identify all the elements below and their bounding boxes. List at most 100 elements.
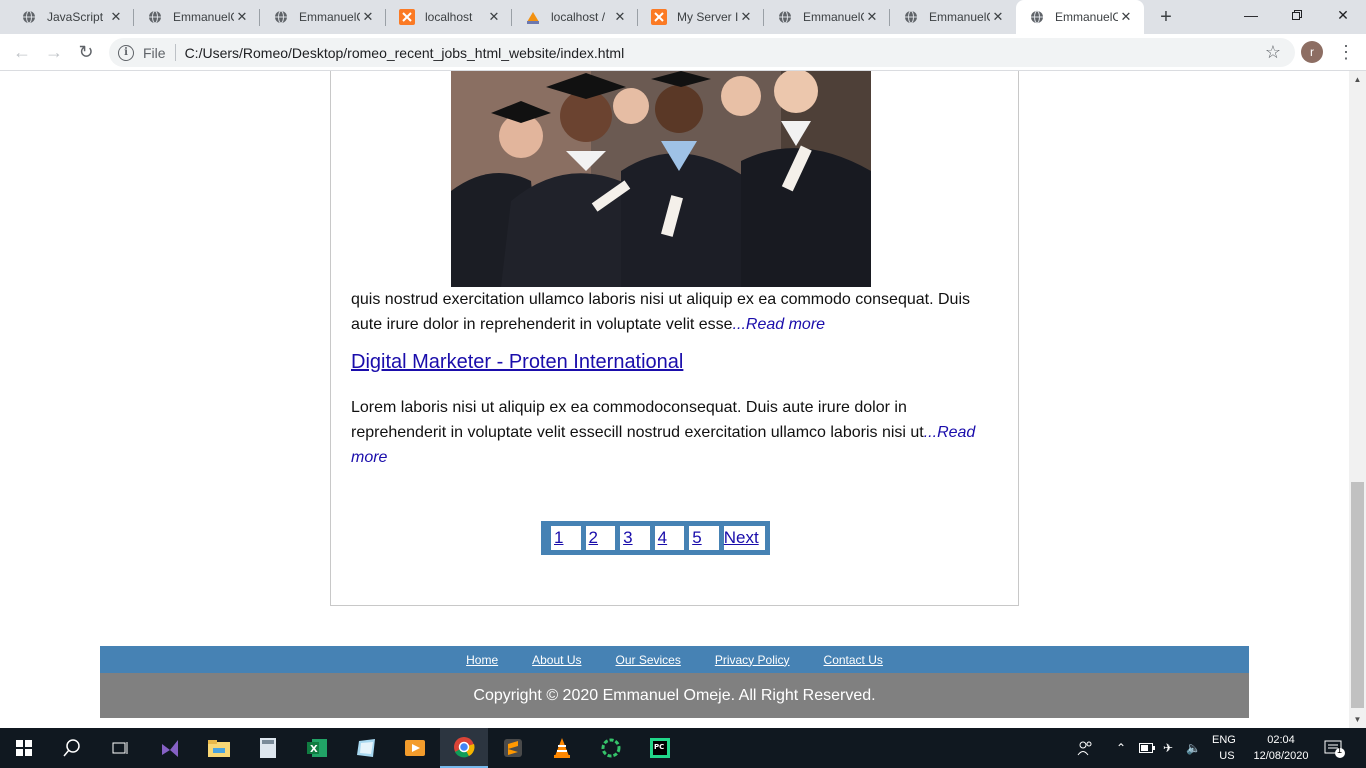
task-view-icon[interactable] — [96, 728, 144, 768]
pagination: 1 2 3 4 5 Next — [541, 521, 770, 555]
search-icon[interactable] — [48, 728, 96, 768]
notification-center-icon[interactable]: 1 — [1324, 728, 1346, 768]
info-icon[interactable]: i — [118, 44, 134, 61]
next-page-link[interactable]: Next — [723, 526, 766, 550]
xampp-icon — [399, 9, 415, 25]
clock-date: 12/08/2020 — [1253, 750, 1309, 762]
close-tab-icon[interactable]: ✕ — [612, 9, 628, 25]
read-more-link-1[interactable]: ...Read more — [733, 316, 825, 333]
chrome-icon[interactable] — [440, 728, 488, 768]
browser-tab[interactable]: localhost ✕ — [386, 0, 512, 34]
browser-tab[interactable]: My Server I ✕ — [638, 0, 764, 34]
scrollbar-thumb[interactable] — [1351, 482, 1364, 708]
vlc-icon[interactable] — [538, 728, 586, 768]
tab-title: JavaScript — [47, 10, 104, 24]
region-code: US — [1219, 750, 1235, 762]
people-icon[interactable] — [1077, 728, 1093, 768]
footer-link-about[interactable]: About Us — [532, 653, 581, 667]
pycharm-icon[interactable]: PC — [636, 728, 684, 768]
globe-icon — [273, 9, 289, 25]
footer-link-privacy[interactable]: Privacy Policy — [715, 653, 790, 667]
page-link-1[interactable]: 1 — [551, 526, 581, 550]
svg-text:PC: PC — [654, 743, 664, 751]
tab-strip: JavaScript ✕ EmmanuelC ✕ EmmanuelC ✕ localhost… — [0, 0, 1366, 34]
globe-icon — [21, 9, 37, 25]
close-tab-icon[interactable]: ✕ — [108, 9, 124, 25]
media-player-icon[interactable] — [391, 728, 439, 768]
browser-tab[interactable]: EmmanuelC ✕ — [890, 0, 1016, 34]
minimize-button[interactable]: — — [1228, 0, 1274, 30]
page-scrollbar[interactable]: ▲ ▼ — [1349, 71, 1366, 728]
close-tab-icon[interactable]: ✕ — [1118, 9, 1134, 25]
tab-title: EmmanuelC — [299, 10, 360, 24]
scroll-down-icon[interactable]: ▼ — [1349, 711, 1366, 728]
back-button[interactable]: ← — [9, 39, 35, 65]
close-tab-icon[interactable]: ✕ — [738, 9, 754, 25]
address-bar[interactable]: i File C:/Users/Romeo/Desktop/romeo_rece… — [109, 38, 1295, 67]
job-description-2: Lorem laboris nisi ut aliquip ex ea comm… — [351, 395, 991, 470]
close-tab-icon[interactable]: ✕ — [486, 9, 502, 25]
browser-tab[interactable]: localhost / ✕ — [512, 0, 638, 34]
globe-icon — [147, 9, 163, 25]
airplane-mode-icon[interactable]: ✈ — [1163, 728, 1173, 768]
omnibox-divider — [174, 44, 176, 61]
clock-time: 02:04 — [1267, 734, 1295, 746]
close-tab-icon[interactable]: ✕ — [234, 9, 250, 25]
profile-avatar[interactable]: r — [1301, 41, 1323, 63]
close-window-button[interactable]: ✕ — [1320, 0, 1366, 30]
tab-title: EmmanuelC — [929, 10, 990, 24]
phpmyadmin-icon — [525, 9, 541, 25]
new-tab-button[interactable]: + — [1154, 5, 1178, 29]
restore-button[interactable] — [1274, 0, 1320, 30]
sublime-text-icon[interactable] — [489, 728, 537, 768]
bookmark-star-icon[interactable]: ☆ — [1265, 42, 1281, 63]
job-description-1-text: quis nostrud exercitation ullamco labori… — [351, 291, 970, 333]
page-viewport: quis nostrud exercitation ullamco labori… — [0, 71, 1349, 728]
page-link-2[interactable]: 2 — [585, 526, 616, 550]
globe-icon — [903, 9, 919, 25]
job-description-2-text: Lorem laboris nisi ut aliquip ex ea comm… — [351, 399, 924, 441]
windows-taskbar: X PC ⌃ ✈ 🔈 ENG US 02:04 12/08/2020 1 — [0, 728, 1366, 768]
footer-link-services[interactable]: Our Sevices — [615, 653, 680, 667]
notes-icon[interactable] — [342, 728, 390, 768]
url-text[interactable]: C:/Users/Romeo/Desktop/romeo_recent_jobs… — [185, 45, 625, 61]
tab-title: My Server I — [677, 10, 738, 24]
browser-tab[interactable]: EmmanuelC ✕ — [260, 0, 386, 34]
job-title-link[interactable]: Digital Marketer - Proten International — [351, 351, 683, 374]
browser-tab[interactable]: EmmanuelC ✕ — [764, 0, 890, 34]
browser-tab[interactable]: EmmanuelC ✕ — [1016, 0, 1144, 34]
scheme-label: File — [143, 44, 166, 61]
svg-text:X: X — [310, 744, 318, 755]
browser-toolbar: ← → ↻ i File C:/Users/Romeo/Desktop/rome… — [0, 34, 1366, 71]
tab-title: EmmanuelC — [173, 10, 234, 24]
language-code: ENG — [1212, 734, 1236, 746]
visual-studio-icon[interactable] — [146, 728, 194, 768]
forward-button[interactable]: → — [41, 39, 67, 65]
tab-title: EmmanuelC — [1055, 10, 1118, 24]
battery-icon[interactable] — [1139, 728, 1155, 768]
footer-link-contact[interactable]: Contact Us — [824, 653, 883, 667]
file-explorer-icon[interactable] — [195, 728, 243, 768]
windows-start-icon[interactable] — [0, 728, 48, 768]
close-tab-icon[interactable]: ✕ — [864, 9, 880, 25]
volume-icon[interactable]: 🔈 — [1186, 728, 1201, 768]
loader-app-icon[interactable] — [587, 728, 635, 768]
footer-link-home[interactable]: Home — [466, 653, 498, 667]
browser-tab[interactable]: EmmanuelC ✕ — [134, 0, 260, 34]
job-description-1: quis nostrud exercitation ullamco labori… — [351, 287, 991, 337]
close-tab-icon[interactable]: ✕ — [990, 9, 1006, 25]
page-link-5[interactable]: 5 — [689, 526, 719, 550]
show-hidden-icons-icon[interactable]: ⌃ — [1116, 728, 1126, 768]
page-link-3[interactable]: 3 — [620, 526, 650, 550]
calculator-icon[interactable] — [244, 728, 292, 768]
scroll-up-icon[interactable]: ▲ — [1349, 71, 1366, 88]
page-link-4[interactable]: 4 — [654, 526, 685, 550]
reload-button[interactable]: ↻ — [73, 39, 99, 65]
tab-title: localhost / — [551, 10, 606, 24]
excel-icon[interactable]: X — [293, 728, 341, 768]
language-indicator[interactable]: ENG US — [1212, 728, 1236, 768]
browser-menu-icon[interactable]: ⋮ — [1336, 40, 1356, 64]
clock[interactable]: 02:04 12/08/2020 — [1250, 728, 1312, 768]
browser-tab[interactable]: JavaScript ✕ — [8, 0, 134, 34]
close-tab-icon[interactable]: ✕ — [360, 9, 376, 25]
